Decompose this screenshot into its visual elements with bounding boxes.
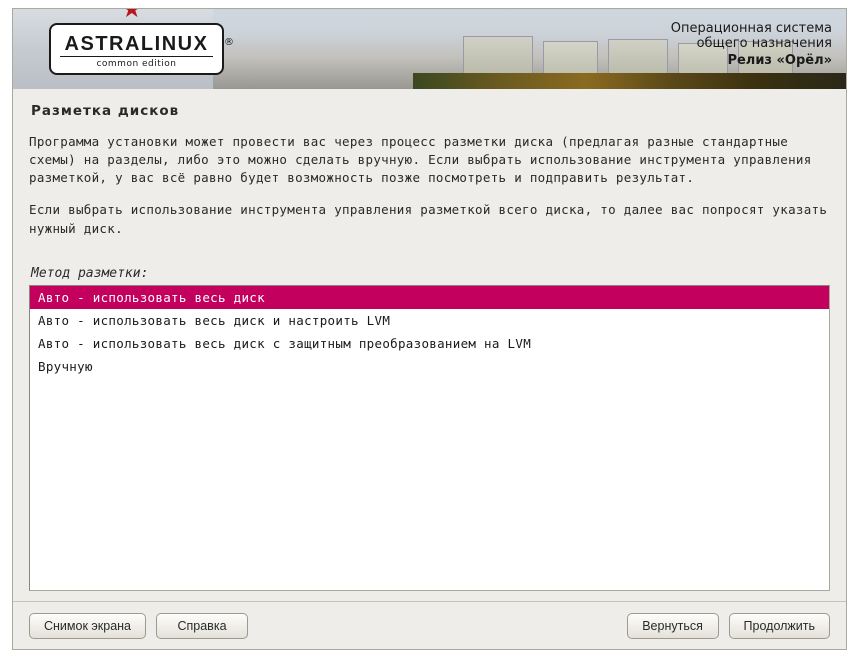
page-title: Разметка дисков [31, 103, 830, 119]
brand-edition: common edition [60, 56, 214, 69]
main-content: Разметка дисков Программа установки може… [13, 89, 846, 601]
tagline-line2: общего назначения [671, 36, 832, 51]
brand-name: ASTRALINUX [65, 33, 209, 56]
method-label: Метод разметки: [31, 266, 830, 281]
tagline-line1: Операционная система [671, 21, 832, 36]
registered-icon: ® [224, 37, 234, 48]
method-option[interactable]: Авто - использовать весь диск с защитным… [30, 332, 829, 355]
back-button[interactable]: Вернуться [627, 613, 719, 639]
star-icon: ★ [121, 9, 143, 23]
help-button[interactable]: Справка [156, 613, 248, 639]
page-description: Программа установки может провести вас ч… [29, 133, 830, 252]
brand-logo: ASTRALINUX common edition ® [49, 23, 224, 75]
continue-button[interactable]: Продолжить [729, 613, 830, 639]
method-option[interactable]: Авто - использовать весь диск [30, 286, 829, 309]
description-para1: Программа установки может провести вас ч… [29, 133, 830, 187]
release-label: Релиз «Орёл» [671, 53, 832, 68]
header-banner: ★ ASTRALINUX common edition ® Операционн… [13, 9, 846, 89]
method-listbox[interactable]: Авто - использовать весь дискАвто - испо… [29, 285, 830, 591]
description-para2: Если выбрать использование инструмента у… [29, 201, 830, 237]
method-option[interactable]: Авто - использовать весь диск и настроит… [30, 309, 829, 332]
footer-bar: Снимок экрана Справка Вернуться Продолжи… [13, 601, 846, 649]
installer-window: ★ ASTRALINUX common edition ® Операционн… [12, 8, 847, 650]
screenshot-button[interactable]: Снимок экрана [29, 613, 146, 639]
header-tagline: Операционная система общего назначения Р… [671, 21, 832, 68]
method-option[interactable]: Вручную [30, 355, 829, 378]
